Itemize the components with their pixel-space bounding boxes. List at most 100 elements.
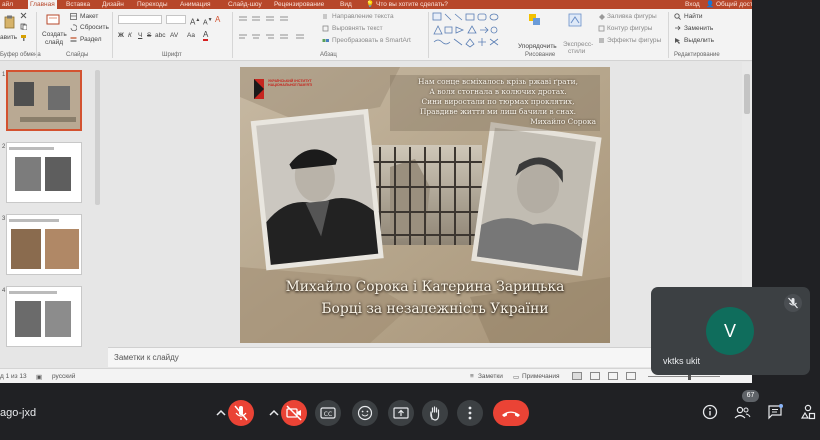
shape-fill-icon[interactable] [598, 13, 605, 20]
activities-icon[interactable] [799, 403, 817, 421]
smartart-icon[interactable] [322, 37, 329, 44]
notes-toggle[interactable]: Заметки [478, 373, 503, 380]
zoom-slider[interactable] [648, 376, 720, 377]
quick-styles-icon[interactable] [568, 13, 582, 27]
list-buttons-icon[interactable] [238, 15, 298, 23]
sign-in-link[interactable]: Вход [685, 0, 700, 9]
shape-effects-icon[interactable] [598, 37, 605, 44]
shadow-button[interactable]: abc [155, 32, 165, 40]
thumbnails-scrollbar[interactable] [95, 70, 100, 205]
smartart-button[interactable]: Преобразовать в SmartArt [332, 37, 411, 45]
align-text-button[interactable]: Выровнять текст [332, 25, 383, 33]
section-icon[interactable] [70, 36, 77, 43]
shrink-font-icon[interactable]: A▼ [203, 16, 213, 27]
meeting-info-icon[interactable] [701, 403, 719, 421]
align-text-icon[interactable] [322, 25, 329, 32]
normal-view-icon[interactable] [572, 372, 582, 380]
cut-icon[interactable] [20, 12, 27, 19]
new-slide-label[interactable]: Создать [42, 31, 67, 39]
slide-thumbnail-2[interactable] [6, 142, 82, 203]
more-options-button[interactable] [457, 400, 483, 426]
grow-font-icon[interactable]: A▲ [190, 16, 200, 27]
shape-fill-button[interactable]: Заливка фигуры [607, 13, 657, 21]
tab-insert[interactable]: Вставка [64, 0, 92, 9]
shape-outline-icon[interactable] [598, 25, 605, 32]
screen: айл Главная Вставка Дизайн Переходы Аним… [0, 0, 820, 440]
comments-toggle[interactable]: Примечания [522, 373, 560, 380]
shared-powerpoint-window: айл Главная Вставка Дизайн Переходы Аним… [0, 0, 752, 383]
paste-icon[interactable] [4, 15, 16, 29]
find-button[interactable]: Найти [684, 13, 703, 21]
new-slide-icon[interactable] [46, 14, 60, 26]
find-icon[interactable] [674, 13, 681, 20]
font-family-select[interactable] [118, 15, 162, 24]
tab-slideshow[interactable]: Слайд-шоу [226, 0, 264, 9]
camera-options-button[interactable] [266, 400, 282, 426]
bold-button[interactable]: Ж [118, 32, 124, 40]
font-size-select[interactable] [166, 15, 186, 24]
tab-file[interactable]: айл [0, 0, 15, 9]
spellcheck-icon[interactable]: ▣ [36, 373, 42, 381]
emoji-icon [357, 405, 373, 421]
reset-button[interactable]: Сбросить [80, 24, 109, 32]
tab-transitions[interactable]: Переходы [135, 0, 170, 9]
slide-canvas[interactable]: УКРАЇНСЬКИЙ ІНСТИТУТ НАЦІОНАЛЬНОЇ ПАМ'ЯТ… [240, 67, 610, 343]
people-icon[interactable] [733, 403, 751, 421]
layout-icon[interactable] [70, 13, 77, 20]
reactions-button[interactable] [352, 400, 378, 426]
align-buttons-icon[interactable] [238, 33, 318, 41]
layout-button[interactable]: Макет [80, 13, 98, 21]
tab-review[interactable]: Рецензирование [272, 0, 326, 9]
format-painter-icon[interactable] [20, 34, 27, 41]
paste-button[interactable]: авить [0, 34, 17, 42]
microphone-toggle[interactable] [228, 400, 254, 426]
language-indicator[interactable]: русский [52, 373, 75, 380]
leave-call-button[interactable] [493, 400, 529, 426]
clear-format-icon[interactable]: A [215, 16, 220, 24]
new-slide-label-2[interactable]: слайд [45, 39, 63, 47]
raise-hand-button[interactable] [422, 400, 448, 426]
share-button[interactable]: Общий доступ [716, 0, 752, 9]
arrange-button[interactable]: Упорядочить [518, 43, 557, 51]
group-label-editing: Редактирование [674, 52, 720, 58]
change-case-button[interactable]: Aa [187, 32, 195, 40]
char-spacing-button[interactable]: AV [170, 32, 178, 40]
captions-button[interactable]: CC [315, 400, 341, 426]
text-direction-button[interactable]: Направление текста [332, 13, 394, 21]
strike-button[interactable]: S [147, 32, 151, 40]
ribbon-divider [668, 12, 669, 58]
shape-effects-button[interactable]: Эффекты фигуры [607, 37, 661, 45]
underline-button[interactable]: Ч [138, 32, 142, 40]
scrollbar-thumb[interactable] [744, 74, 750, 114]
slide-thumbnail-3[interactable] [6, 214, 82, 275]
font-color-icon[interactable]: A [203, 31, 209, 41]
replace-button[interactable]: Заменить [684, 25, 713, 33]
copy-icon[interactable] [20, 23, 27, 30]
quick-styles-label-2[interactable]: стили [568, 48, 585, 55]
camera-toggle[interactable] [281, 400, 307, 426]
slide-sorter-icon[interactable] [590, 372, 600, 380]
italic-button[interactable]: К [128, 32, 132, 40]
notes-pane[interactable]: Заметки к слайду [108, 347, 744, 367]
slide-thumbnail-1[interactable] [6, 70, 82, 131]
tab-view[interactable]: Вид [338, 0, 354, 9]
arrange-icon[interactable] [528, 13, 542, 27]
select-icon[interactable] [674, 37, 681, 44]
reading-view-icon[interactable] [608, 372, 618, 380]
slide-thumbnail-4[interactable] [6, 286, 82, 347]
tab-design[interactable]: Дизайн [100, 0, 126, 9]
text-direction-icon[interactable] [322, 13, 329, 20]
tab-animation[interactable]: Анимация [178, 0, 213, 9]
shapes-gallery[interactable] [432, 12, 510, 50]
chat-icon[interactable] [766, 403, 784, 421]
slideshow-view-icon[interactable] [626, 372, 636, 380]
section-button[interactable]: Раздел [80, 36, 101, 44]
shape-outline-button[interactable]: Контур фигуры [607, 25, 652, 33]
present-screen-button[interactable] [388, 400, 414, 426]
select-button[interactable]: Выделить [684, 37, 714, 45]
mic-options-button[interactable] [213, 400, 229, 426]
tell-me-box[interactable]: Что вы хотите сделать? [376, 0, 448, 9]
tab-home[interactable]: Главная [28, 0, 57, 9]
reset-icon[interactable] [70, 24, 77, 31]
replace-icon[interactable] [674, 25, 681, 32]
